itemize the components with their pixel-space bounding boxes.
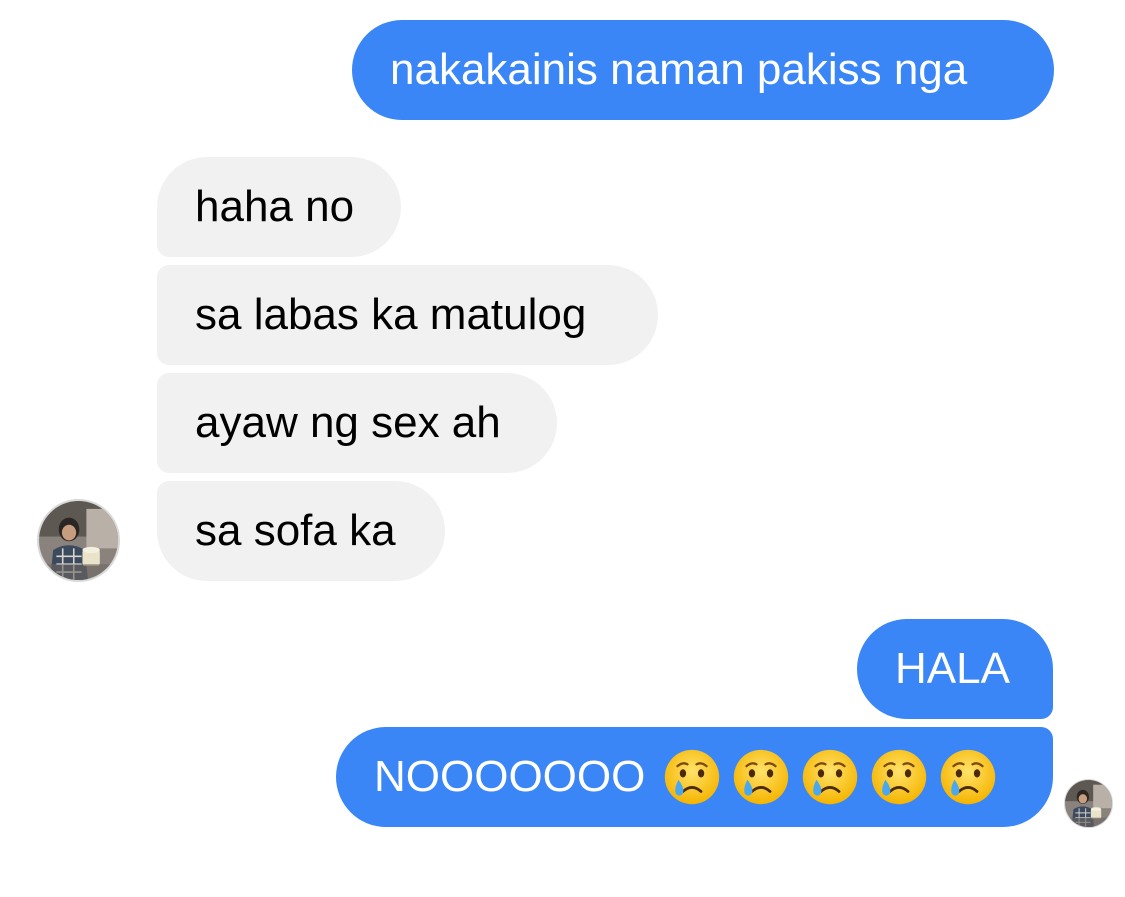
incoming-message-bubble[interactable]: haha no — [157, 157, 401, 257]
outgoing-message-bubble[interactable]: NOOOOOOO — [336, 727, 1053, 827]
crying-face-icon — [872, 749, 927, 805]
message-text: sa labas ka matulog — [195, 290, 587, 339]
message-text: HALA — [895, 644, 1010, 693]
message-text: ayaw ng sex ah — [195, 398, 501, 447]
crying-face-icon — [734, 749, 789, 805]
incoming-message-bubble[interactable]: sa sofa ka — [157, 481, 445, 581]
crying-face-icon — [803, 749, 858, 805]
outgoing-message-bubble[interactable]: HALA — [857, 619, 1053, 719]
incoming-message-bubble[interactable]: ayaw ng sex ah — [157, 373, 557, 473]
avatar-photo — [39, 501, 118, 580]
emoji-group — [663, 748, 997, 806]
message-text: sa sofa ka — [195, 506, 396, 555]
message-text: NOOOOOOO — [374, 752, 646, 801]
message-text: haha no — [195, 182, 355, 231]
contact-avatar[interactable] — [37, 499, 120, 582]
incoming-message-bubble[interactable]: sa labas ka matulog — [157, 265, 658, 365]
avatar-photo — [1065, 780, 1112, 827]
read-receipt-avatar — [1064, 779, 1113, 828]
outgoing-message-bubble[interactable]: nakakainis naman pakiss nga — [352, 20, 1054, 120]
crying-face-icon — [941, 749, 996, 805]
crying-face-icon — [665, 749, 720, 805]
message-text: nakakainis naman pakiss nga — [390, 45, 968, 94]
